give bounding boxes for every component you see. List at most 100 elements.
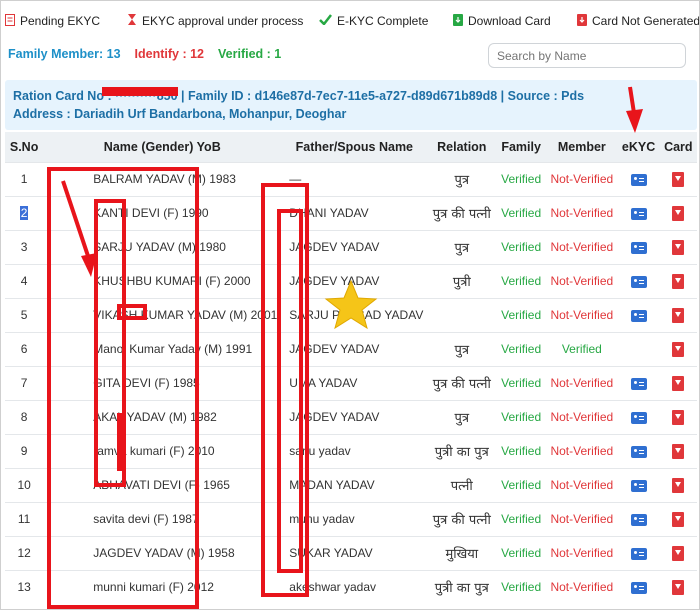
id-card-icon[interactable] [630,173,647,186]
id-card-icon[interactable] [630,309,647,322]
row-family-status: Verified [496,263,547,298]
row-member-status: Not-Verified [546,229,618,264]
row-ekyc [617,195,660,230]
legend-pending-label: Pending EKYC [20,14,101,28]
legend-download-label: Download Card [468,14,551,28]
pdf-download-icon[interactable] [672,239,685,255]
id-card-icon[interactable] [630,241,647,254]
search-by-name-input[interactable] [488,43,686,68]
row-father-spouse: DHANI YADAV [281,195,428,230]
row-name: GITA DEVI (F) 1985 [43,365,282,400]
family-member-count: Family Member: 13 [8,47,121,61]
row-sno: 13 [5,569,44,604]
table-row: 1 BALRAM YADAV (M) 1983— पुत्र Verified Not-… [5,161,697,196]
row-family-status: Verified [496,297,547,332]
pdf-download-icon[interactable] [672,579,685,595]
header-name: Name (Gender) YoB [43,132,282,162]
row-name: SARJU YADAV (M) 1980 [43,229,282,264]
id-card-icon[interactable] [630,411,647,424]
row-father-spouse: sarju yadav [281,433,428,468]
table-row: 8 AKAL YADAV (M) 1982 JAGDEV YADAV पुत्र Ver… [5,399,697,434]
row-member-status: Not-Verified [546,569,618,604]
row-ekyc [617,569,660,604]
header-ekyc: eKYC [617,132,660,162]
table-row: 11 savita devi (F) 1987 munu yadav पुत्र की… [5,501,697,536]
legend-approval-process: EKYC approval under process [127,13,303,29]
row-member-status: Not-Verified [546,161,618,196]
pdf-download-icon[interactable] [672,341,685,357]
row-sno-text: 1 [20,172,28,186]
ration-card-details: Ration Card No : ··········850 | Family … [13,89,585,103]
table-row: 13 munni kumari (F) 2012 akeshwar yadav पुत… [5,569,697,604]
row-father-spouse: akeshwar yadav [281,569,428,604]
id-card-icon[interactable] [630,275,647,288]
pdf-download-icon[interactable] [672,443,685,459]
status-legend: Pending EKYC EKYC approval under process… [5,11,700,31]
card-not-generated-icon [577,13,587,29]
id-card-icon[interactable] [630,445,647,458]
row-sno: 8 [5,399,44,434]
row-relation: पुत्र की पत्नी [427,501,497,536]
row-name: Manoj Kumar Yadav (M) 1991 [43,331,282,366]
row-family-status: Verified [496,433,547,468]
row-ekyc [617,229,660,264]
legend-not-generated-label: Card Not Generated [592,14,700,28]
row-card [659,161,697,196]
ration-card-info-box: Ration Card No : ··········850 | Family … [5,80,697,130]
identify-count: Identify : 12 [134,47,205,61]
row-card [659,195,697,230]
row-sno: 5 [5,297,44,332]
ration-card-page: Pending EKYC EKYC approval under process… [0,0,700,610]
row-sno-text: 12 [17,546,31,560]
row-name: VIKASH KUMAR YADAV (M) 2001 [43,297,282,332]
pdf-download-icon[interactable] [672,205,685,221]
row-father-spouse: UMA YADAV [281,365,428,400]
pdf-download-icon[interactable] [672,409,685,425]
row-ekyc [617,501,660,536]
id-card-icon[interactable] [630,377,647,390]
id-card-icon[interactable] [630,207,647,220]
id-card-icon[interactable] [630,479,647,492]
row-card [659,399,697,434]
row-family-status: Verified [496,399,547,434]
row-ekyc [617,433,660,468]
row-name: ABHAVATI DEVI (F) 1965 [43,467,282,502]
row-sno: 3 [5,229,44,264]
legend-complete-label: E-KYC Complete [337,14,429,28]
row-card [659,331,697,366]
row-name: BALRAM YADAV (M) 1983 [43,161,282,196]
row-relation: मुखिया [427,535,497,570]
pdf-download-icon[interactable] [672,171,685,187]
row-sno-text: 4 [20,274,28,288]
row-family-status: Verified [496,535,547,570]
row-member-status: Not-Verified [546,467,618,502]
id-card-icon[interactable] [630,547,647,560]
pdf-download-icon[interactable] [672,273,685,289]
row-father-spouse: — [281,161,428,196]
row-sno-text: 13 [17,580,31,595]
pdf-download-icon[interactable] [672,511,685,527]
verified-count: Verified : 1 [218,47,282,61]
row-card [659,501,697,536]
row-family-status: Verified [496,365,547,400]
row-card [659,365,697,400]
pdf-download-icon[interactable] [672,477,685,493]
row-card [659,263,697,298]
pdf-download-icon[interactable] [672,375,685,391]
row-father-spouse: JAGDEV YADAV [281,263,428,298]
row-name: AKAL YADAV (M) 1982 [43,399,282,434]
table-body: 1 BALRAM YADAV (M) 1983— पुत्र Verified Not-… [5,161,697,604]
row-member-status: Not-Verified [546,263,618,298]
row-sno-text: 3 [20,240,28,254]
id-card-icon[interactable] [630,582,647,595]
row-sno-text: 8 [20,410,28,424]
id-card-icon[interactable] [630,513,647,526]
table-row: 2 KANTI DEVI (F) 1990 DHANI YADAV पुत्र की … [5,195,697,230]
pdf-download-icon[interactable] [672,545,685,561]
legend-pending-ekyc: Pending EKYC [5,13,101,29]
pdf-download-icon[interactable] [672,307,685,323]
row-sno: 9 [5,433,44,468]
row-name: ramva kumari (F) 2010 [43,433,282,468]
row-member-status: Not-Verified [546,399,618,434]
row-name: KANTI DEVI (F) 1990 [43,195,282,230]
